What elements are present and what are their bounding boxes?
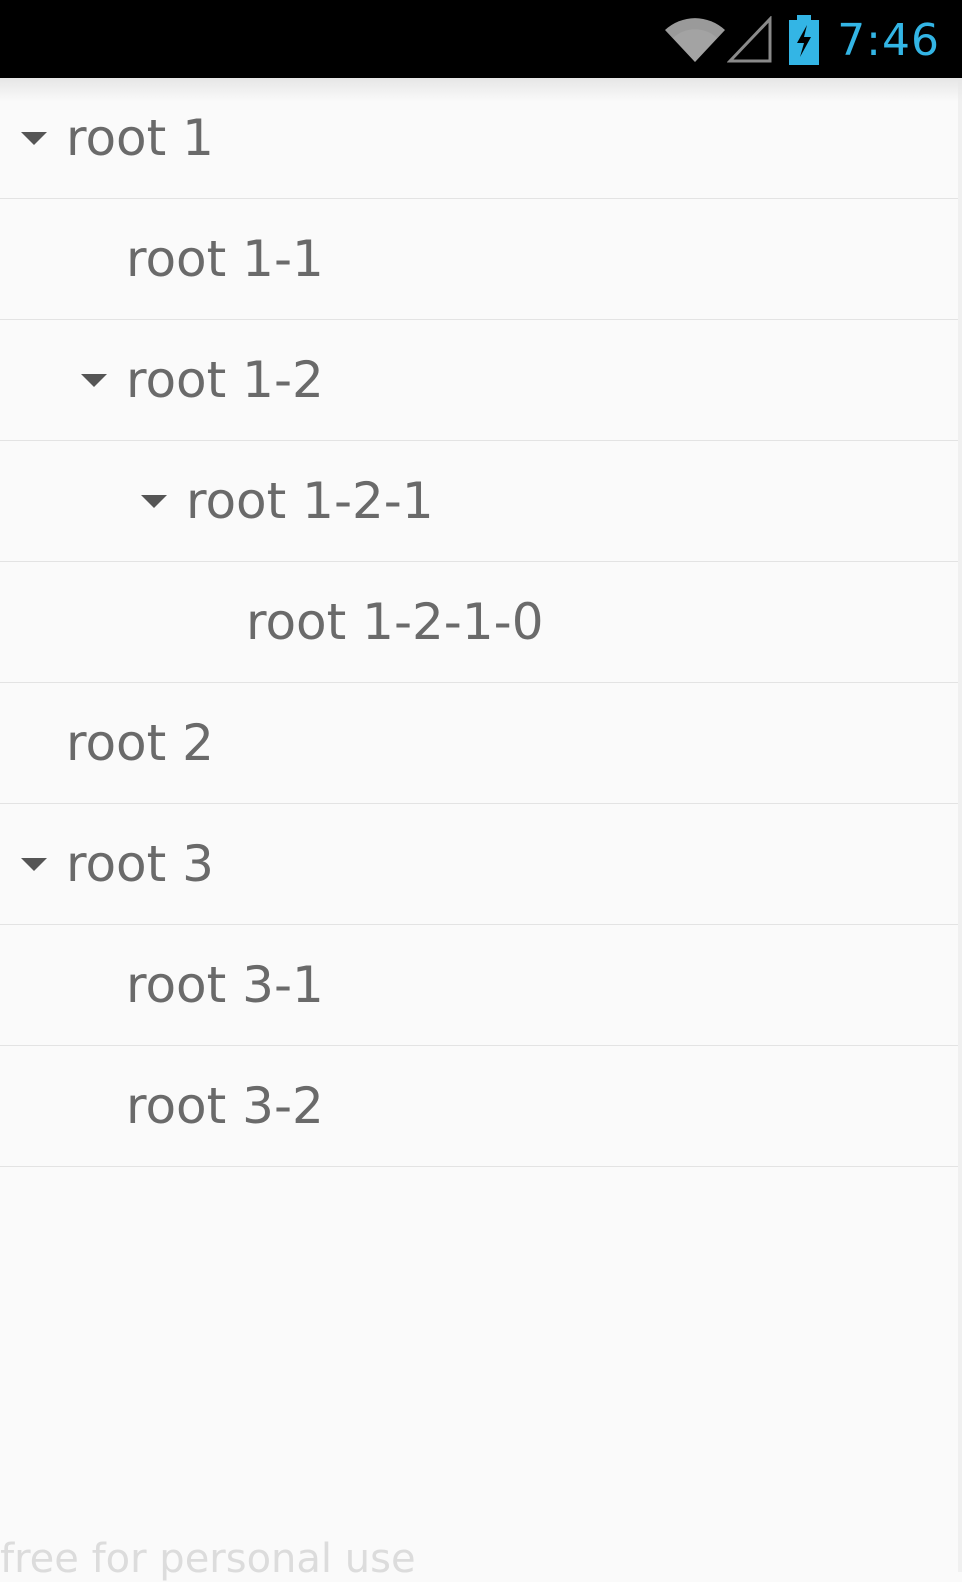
tree-row[interactable]: root 1-2-1-0 <box>0 562 958 683</box>
tree-row-label: root 1-2-1-0 <box>246 593 544 651</box>
status-icons: 7:46 <box>663 10 940 70</box>
tree-row[interactable]: root 1-2-1 <box>0 441 958 562</box>
tree-row-label: root 3-2 <box>126 1077 324 1135</box>
tree-row[interactable]: root 3 <box>0 804 958 925</box>
tree-row[interactable]: root 2 <box>0 683 958 804</box>
cell-signal-icon <box>727 16 773 64</box>
tree-row-label: root 1-1 <box>126 230 324 288</box>
battery-charging-icon <box>787 15 821 65</box>
tree-row[interactable]: root 3-2 <box>0 1046 958 1167</box>
tree-list: root 1 root 1-1 root 1-2 root 1-2-1 root 1-2… <box>0 78 958 1167</box>
action-bar-shadow <box>0 78 962 102</box>
tree-row-label: root 2 <box>66 714 214 772</box>
expand-caret-icon[interactable] <box>21 858 47 871</box>
tree-row-label: root 1-2 <box>126 351 324 409</box>
expand-caret-icon[interactable] <box>141 495 167 508</box>
wifi-icon <box>663 16 727 64</box>
expand-caret-icon[interactable] <box>81 374 107 387</box>
tree-row[interactable]: root 1-2 <box>0 320 958 441</box>
tree-row[interactable]: root 1-1 <box>0 199 958 320</box>
tree-row-label: root 1 <box>66 109 214 167</box>
status-bar: 7:46 <box>0 0 962 78</box>
tree-row-label: root 3 <box>66 835 214 893</box>
tree-view: root 1 root 1-1 root 1-2 root 1-2-1 root 1-2… <box>0 78 962 1582</box>
tree-row-label: root 1-2-1 <box>186 472 434 530</box>
tree-row[interactable]: root 3-1 <box>0 925 958 1046</box>
tree-row-label: root 3-1 <box>126 956 324 1014</box>
status-time: 7:46 <box>837 14 940 66</box>
expand-caret-icon[interactable] <box>21 132 47 145</box>
watermark-text: free for personal use <box>0 1536 416 1582</box>
